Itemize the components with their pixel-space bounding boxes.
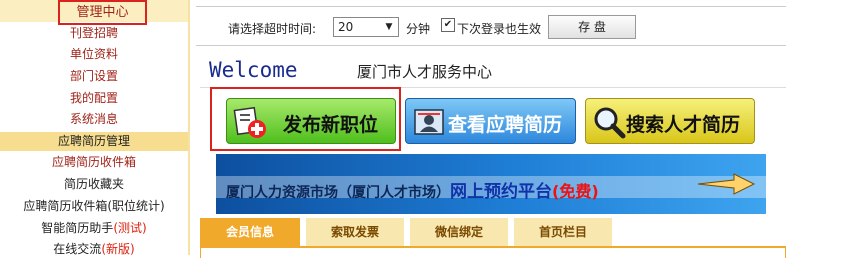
top-divider [196,6,786,7]
sidebar-item-resume-inbox[interactable]: 应聘简历收件箱 [0,153,188,171]
settings-divider [196,45,786,46]
search-talent-label: 搜索人才简历 [626,114,741,136]
welcome-heading: Welcome [209,58,298,82]
timeout-value: 20 [338,20,354,34]
resume-folder-icon [414,109,444,135]
sidebar-item-my-config[interactable]: 我的配置 [0,89,188,107]
timeout-select[interactable]: 20 ▼ [333,17,399,37]
save-button[interactable]: 存 盘 [548,15,636,39]
sidebar-divider [188,0,190,255]
tab-request-invoice[interactable]: 索取发票 [306,218,404,246]
banner-text-highlight: 网上预约平台 [450,182,552,202]
highlight-box-publish-job [210,87,401,151]
online-chat-label: 在线交流 [53,242,102,256]
highlight-box-management-center [58,0,147,25]
view-resumes-label: 查看应聘简历 [448,114,563,136]
sidebar-section-resume-management[interactable]: 应聘简历管理 [0,132,188,151]
sidebar-item-resume-favorites[interactable]: 简历收藏夹 [0,175,188,193]
smart-helper-tag: (测试) [113,221,147,235]
tab-panel [200,248,786,258]
tab-homepage-column[interactable]: 首页栏目 [514,218,612,246]
tab-wechat-binding[interactable]: 微信绑定 [410,218,508,246]
remember-label: 下次登录也生效 [457,22,542,36]
timeout-unit: 分钟 [406,22,431,36]
tab-member-info[interactable]: 会员信息 [200,218,300,246]
sidebar: 管理中心 刊登招聘 单位资料 部门设置 我的配置 系统消息 应聘简历管理 应聘简… [0,0,190,258]
sidebar-item-smart-resume-helper[interactable]: 智能简历助手(测试) [0,219,188,237]
hand-pointer-icon [697,173,756,195]
chevron-down-icon: ▼ [385,22,393,32]
sidebar-item-resume-inbox-stats[interactable]: 应聘简历收件箱(职位统计) [0,197,188,215]
sidebar-item-department-settings[interactable]: 部门设置 [0,67,188,85]
smart-helper-label: 智能简历助手 [41,221,114,235]
view-resumes-button[interactable]: 查看应聘简历 [405,98,576,144]
booking-platform-banner[interactable]: 厦门人力资源市场（厦门人才市场）网上预约平台(免费) [216,154,766,214]
banner-text-free: (免费) [552,182,599,201]
sidebar-item-company-info[interactable]: 单位资料 [0,45,188,63]
sidebar-item-system-messages[interactable]: 系统消息 [0,110,188,128]
sidebar-item-online-chat[interactable]: 在线交流(新版) [0,240,188,258]
remember-checkbox[interactable]: ✔ [441,18,455,32]
sidebar-item-post-job[interactable]: 刊登招聘 [0,24,188,42]
magnifier-icon [594,107,626,139]
banner-text-main: 厦门人力资源市场（厦门人才市场） [226,185,450,201]
search-talent-button[interactable]: 搜索人才简历 [585,98,755,144]
banner-text: 厦门人力资源市场（厦门人才市场）网上预约平台(免费) [226,177,599,202]
org-name: 厦门市人才服务中心 [357,63,493,81]
timeout-label: 请选择超时时间: [228,22,317,36]
online-chat-tag: (新版) [101,242,135,256]
